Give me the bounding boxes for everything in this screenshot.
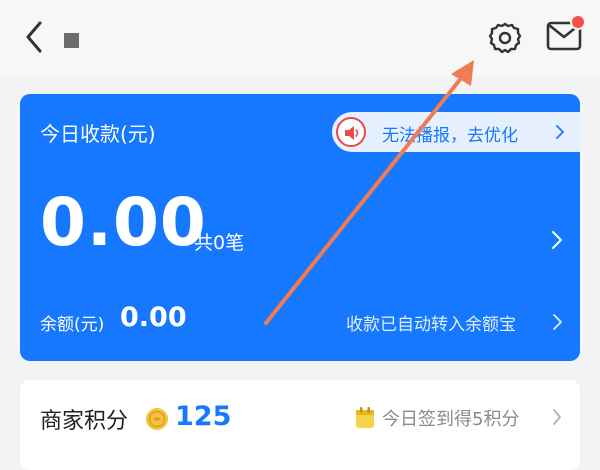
notice-text: 无法播报，去优化 bbox=[382, 126, 518, 146]
auto-transfer-link[interactable]: 收款已自动转入余额宝 bbox=[346, 310, 516, 335]
broadcast-notice[interactable]: 无法播报，去优化 bbox=[332, 112, 580, 152]
checkin-reward-text[interactable]: 今日签到得5积分 bbox=[382, 405, 519, 431]
page-title-placeholder bbox=[64, 33, 79, 48]
merchant-points-card[interactable]: 商家积分 125 今日签到得5积分 bbox=[20, 380, 580, 470]
balance-value: 0.00 bbox=[120, 302, 187, 333]
speaker-badge bbox=[336, 117, 366, 147]
today-amount: 0.00 bbox=[40, 184, 207, 261]
points-title: 商家积分 bbox=[40, 409, 129, 434]
mail-button[interactable] bbox=[545, 14, 587, 56]
chevron-right-icon[interactable] bbox=[550, 230, 564, 250]
gear-icon[interactable] bbox=[487, 20, 523, 56]
balance-label: 余额(元) bbox=[40, 315, 105, 335]
coin-icon bbox=[146, 408, 168, 430]
points-value: 125 bbox=[175, 401, 232, 432]
collection-card[interactable]: 今日收款(元) 无法播报，去优化 0.00 共0笔 余额(元) 0.00 收款已… bbox=[20, 94, 580, 361]
calendar-icon bbox=[356, 407, 374, 428]
unread-dot bbox=[570, 14, 586, 30]
chevron-right-icon bbox=[556, 125, 564, 139]
chevron-left-icon[interactable] bbox=[22, 20, 48, 54]
top-bar bbox=[0, 0, 600, 76]
speaker-icon bbox=[345, 126, 359, 140]
chevron-right-icon bbox=[553, 314, 562, 330]
chevron-right-icon bbox=[553, 409, 561, 425]
transaction-count: 共0笔 bbox=[194, 232, 245, 254]
card-title: 今日收款(元) bbox=[40, 122, 156, 146]
